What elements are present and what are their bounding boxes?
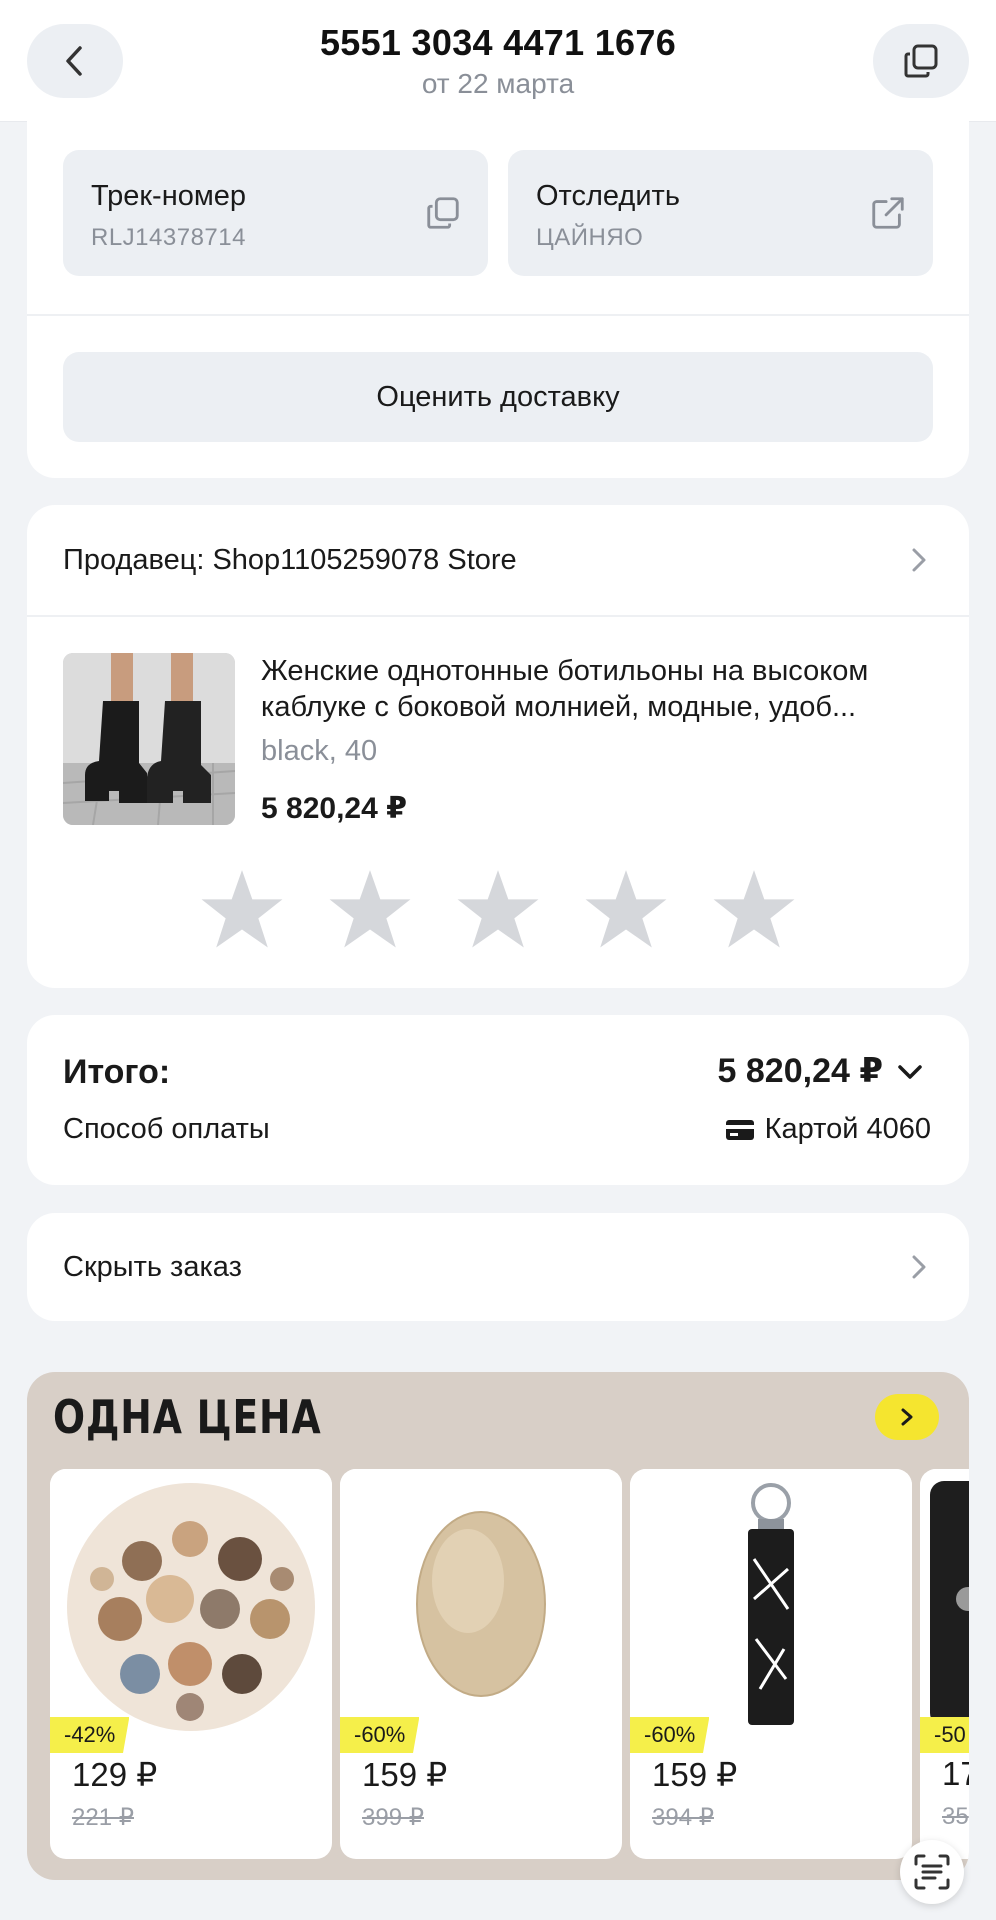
payment-method-value: Картой 4060	[725, 1113, 931, 1146]
discount-badge: -60%	[630, 1717, 710, 1753]
hide-order-row[interactable]: Скрыть заказ	[27, 1213, 969, 1321]
promo-old-price: 35	[942, 1803, 969, 1830]
star-icon[interactable]	[583, 865, 669, 951]
promo-product-card[interactable]: -60% 159 ₽ 399 ₽	[340, 1469, 622, 1859]
promo-product-card[interactable]: -50 17 35	[920, 1469, 969, 1859]
total-value[interactable]: 5 820,24 ₽	[718, 1051, 883, 1091]
track-number-title: Трек-номер	[91, 180, 247, 212]
rate-delivery-button[interactable]: Оценить доставку	[63, 352, 933, 442]
external-link-icon	[872, 197, 904, 229]
promo-old-price: 394 ₽	[652, 1804, 714, 1831]
track-follow-title: Отследить	[536, 180, 680, 212]
chevron-down-icon[interactable]	[897, 1063, 923, 1081]
seller-card: Продавец: Shop1105259078 Store Женские о…	[27, 505, 969, 988]
divider	[27, 615, 969, 617]
hide-order-card[interactable]: Скрыть заказ	[27, 1213, 969, 1321]
product-price: 5 820,24 ₽	[261, 792, 407, 825]
star-icon[interactable]	[327, 865, 413, 951]
seller-label: Продавец: Shop1105259078 Store	[63, 543, 517, 576]
discount-badge: -60%	[340, 1717, 420, 1753]
order-number: 5551 3034 4471 1676	[319, 22, 677, 63]
one-price-promo: ОДНА ЦЕНА -42% 129 ₽ 221 ₽ -60% 159 ₽ 39…	[27, 1372, 969, 1880]
promo-title: ОДНА ЦЕНА	[53, 1390, 322, 1444]
chevron-right-icon	[912, 548, 926, 572]
track-number-value: RLJ14378714	[91, 224, 246, 251]
promo-old-price: 399 ₽	[362, 1804, 424, 1831]
track-follow-carrier: ЦАЙНЯО	[536, 224, 644, 251]
total-card: Итого: 5 820,24 ₽ Способ оплаты Картой 4…	[27, 1015, 969, 1185]
keychain-image	[630, 1469, 912, 1739]
total-label: Итого:	[63, 1053, 171, 1091]
chevron-left-icon	[66, 46, 82, 76]
product-variant: black, 40	[261, 735, 378, 767]
copy-order-button[interactable]	[873, 24, 969, 98]
promo-old-price: 221 ₽	[72, 1804, 134, 1831]
seller-row[interactable]: Продавец: Shop1105259078 Store	[27, 505, 969, 615]
track-follow-box[interactable]: Отследить ЦАЙНЯО	[508, 150, 933, 276]
text-scan-icon	[914, 1854, 950, 1890]
chevron-right-icon	[912, 1255, 926, 1279]
discount-badge: -42%	[50, 1717, 130, 1753]
card-icon	[725, 1119, 754, 1140]
copy-icon	[904, 44, 938, 78]
promo-product-card[interactable]: -42% 129 ₽ 221 ₽	[50, 1469, 332, 1859]
promo-price: 159 ₽	[362, 1756, 448, 1793]
payment-card-text: Картой 4060	[764, 1113, 931, 1145]
promo-more-button[interactable]	[875, 1394, 939, 1440]
rating-stars	[27, 865, 969, 955]
copy-icon	[427, 197, 459, 229]
track-number-box[interactable]: Трек-номер RLJ14378714	[63, 150, 488, 276]
wooden-egg-image	[340, 1469, 622, 1739]
hide-order-label: Скрыть заказ	[63, 1250, 242, 1283]
order-date: от 22 марта	[421, 68, 575, 99]
promo-price: 159 ₽	[652, 1756, 738, 1793]
star-icon[interactable]	[455, 865, 541, 951]
boots-image	[63, 653, 235, 825]
promo-price: 129 ₽	[72, 1756, 158, 1793]
tracking-card: Трек-номер RLJ14378714 Отследить ЦАЙНЯО …	[27, 110, 969, 478]
promo-product-card[interactable]: -60% 159 ₽ 394 ₽	[630, 1469, 912, 1859]
star-icon[interactable]	[711, 865, 797, 951]
stickers-image	[50, 1469, 332, 1739]
chevron-right-icon	[901, 1408, 913, 1426]
divider	[27, 314, 969, 316]
header: 5551 3034 4471 1676 от 22 марта	[0, 0, 996, 122]
payment-method-label: Способ оплаты	[63, 1113, 270, 1145]
product-image	[920, 1469, 969, 1739]
promo-price: 17	[942, 1755, 969, 1792]
star-icon[interactable]	[199, 865, 285, 951]
discount-badge: -50	[920, 1717, 969, 1753]
product-title[interactable]: Женские однотонные ботильоны на высоком …	[261, 653, 941, 725]
product-image[interactable]	[63, 653, 235, 825]
scan-text-button[interactable]	[900, 1840, 964, 1904]
back-button[interactable]	[27, 24, 123, 98]
